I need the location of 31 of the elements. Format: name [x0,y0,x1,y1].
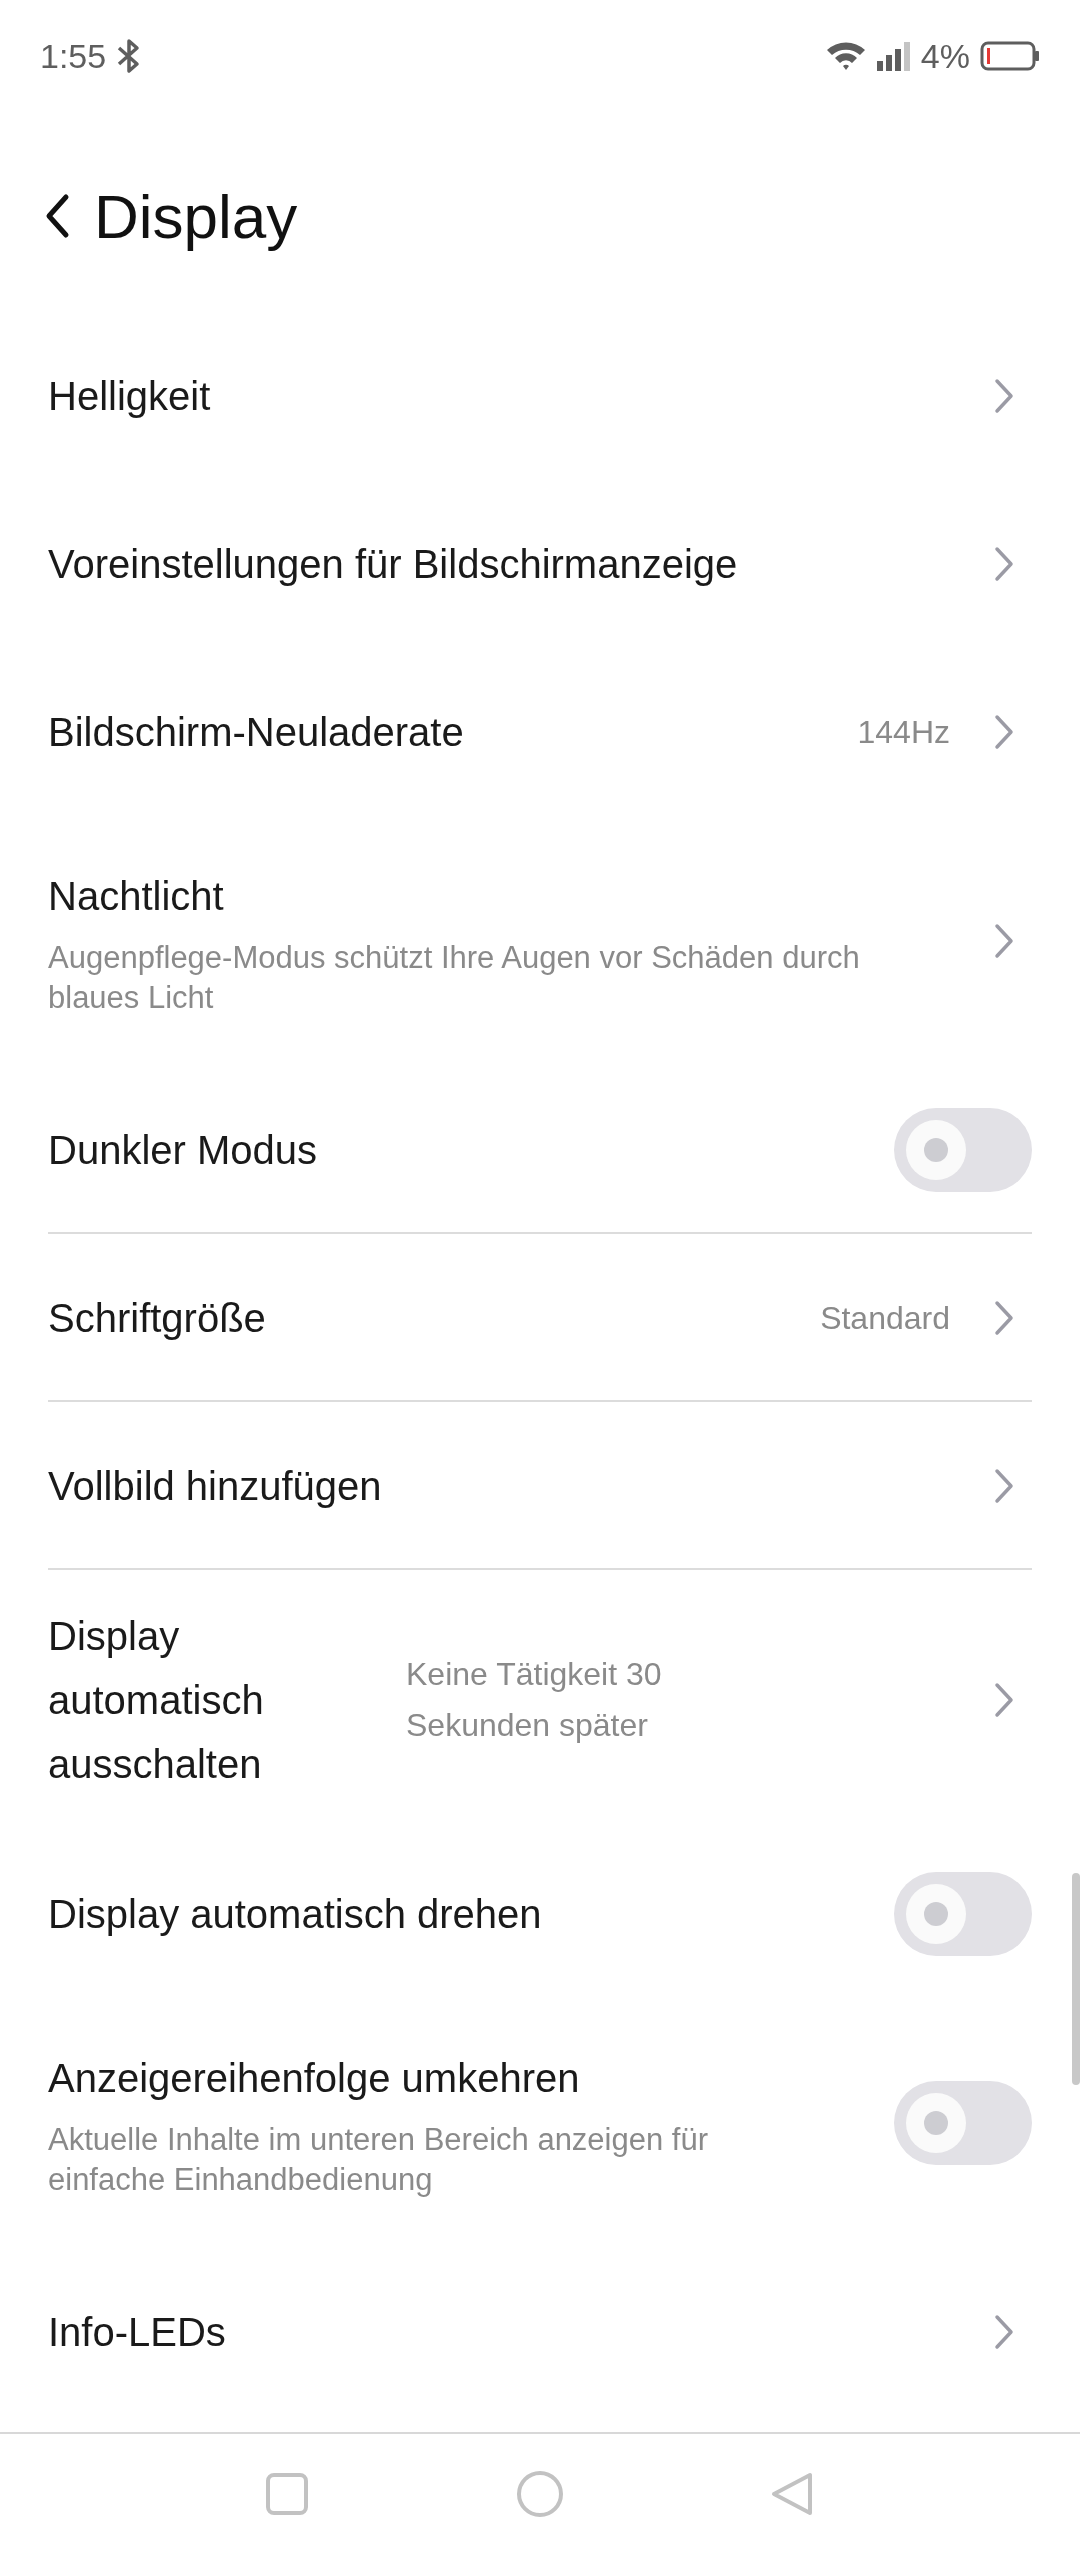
setting-label[interactable]: Anzeigereihenfolge umkehren [48,2045,870,2110]
setting-label[interactable]: Display automatisch ausschalten [48,1604,338,1796]
setting-label[interactable]: Dunkler Modus [48,1118,870,1182]
setting-value: 144Hz [857,713,950,751]
chevron-right-icon [994,714,1014,750]
chevron-right-icon [994,1300,1014,1336]
setting-label[interactable]: Info-LEDs [48,2300,950,2364]
setting-label[interactable]: Vollbild hinzufügen [48,1454,950,1518]
status-time: 1:55 [40,36,107,76]
battery-icon [980,41,1040,71]
chevron-right-icon [994,923,1014,959]
chevron-right-icon [994,546,1014,582]
signal-icon [876,41,911,71]
setting-label[interactable]: Bildschirm-Neuladerate [48,700,834,764]
page-title: Display [94,180,298,252]
battery-percent: 4% [920,36,970,76]
back-icon[interactable] [44,193,70,239]
setting-label[interactable]: Voreinstellungen für Bildschirmanzeige [48,532,950,596]
chevron-right-icon [994,1468,1014,1504]
chevron-right-icon [994,378,1014,414]
setting-label[interactable]: Display automatisch drehen [48,1882,870,1946]
chevron-right-icon [994,2314,1014,2350]
chevron-right-icon [994,1682,1014,1718]
setting-label[interactable]: Nachtlicht [48,863,950,928]
setting-label[interactable]: Helligkeit [48,364,950,428]
setting-label[interactable]: Schriftgröße [48,1286,797,1350]
setting-description: Aktuelle Inhalte im unteren Bereich anzeigen für einfache Einhandbedienung [48,2120,709,2199]
setting-value: Keine Tätigkeit 30 Sekunden später [406,1654,663,1745]
setting-description: Augenpflege-Modus schützt Ihre Augen vor Schäden durch blaues Licht [48,938,861,1017]
home-icon[interactable] [515,2469,565,2519]
setting-value: Standard [820,1299,950,1337]
